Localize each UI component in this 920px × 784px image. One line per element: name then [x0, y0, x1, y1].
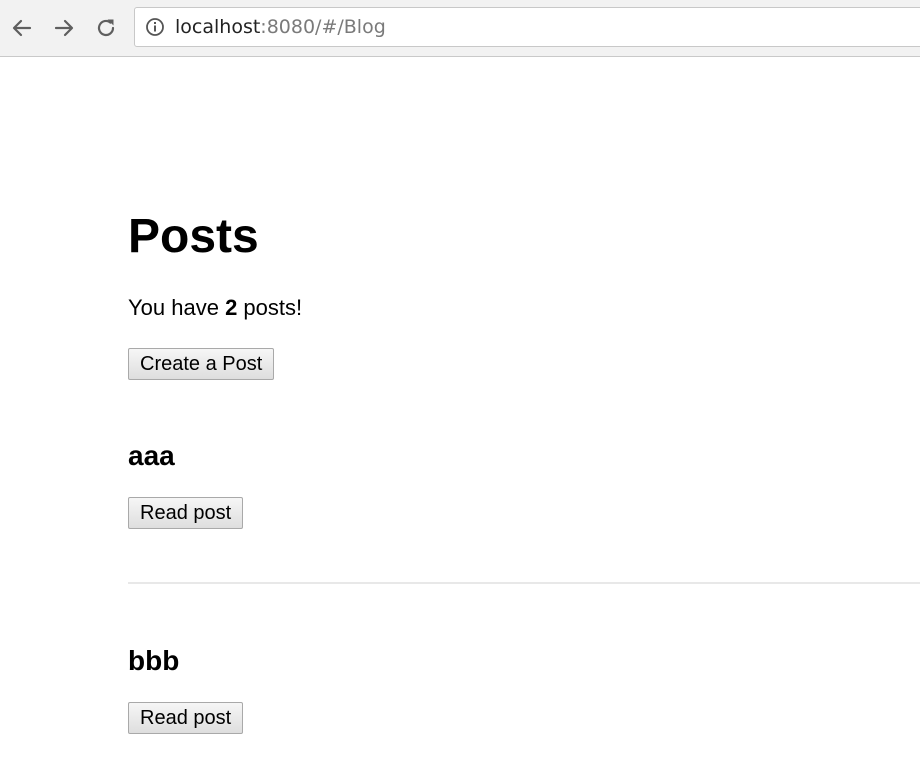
post-count-text: You have 2 posts! — [128, 295, 302, 321]
info-icon[interactable] — [145, 17, 165, 37]
forward-button[interactable] — [48, 12, 80, 44]
back-button[interactable] — [6, 12, 38, 44]
address-bar[interactable]: localhost:8080/#/Blog — [134, 7, 920, 47]
post-divider — [128, 582, 920, 584]
url-host: localhost — [175, 16, 261, 38]
url-path: :8080/#/Blog — [260, 16, 386, 38]
url-text[interactable]: localhost:8080/#/Blog — [175, 16, 386, 38]
browser-toolbar: localhost:8080/#/Blog — [0, 0, 920, 57]
reload-icon — [97, 19, 115, 37]
post-title: bbb — [128, 645, 180, 676]
reload-button[interactable] — [90, 12, 122, 44]
create-post-button[interactable]: Create a Post — [128, 348, 275, 380]
read-post-button[interactable]: Read post — [128, 702, 244, 734]
forward-arrow-icon — [54, 19, 74, 37]
back-arrow-icon — [12, 19, 32, 37]
post-count-suffix: posts! — [237, 295, 303, 320]
post-count-value: 2 — [225, 295, 238, 320]
post-title: aaa — [128, 440, 175, 471]
post-count-prefix: You have — [128, 295, 226, 320]
page-title: Posts — [128, 210, 259, 263]
read-post-button[interactable]: Read post — [128, 497, 244, 529]
